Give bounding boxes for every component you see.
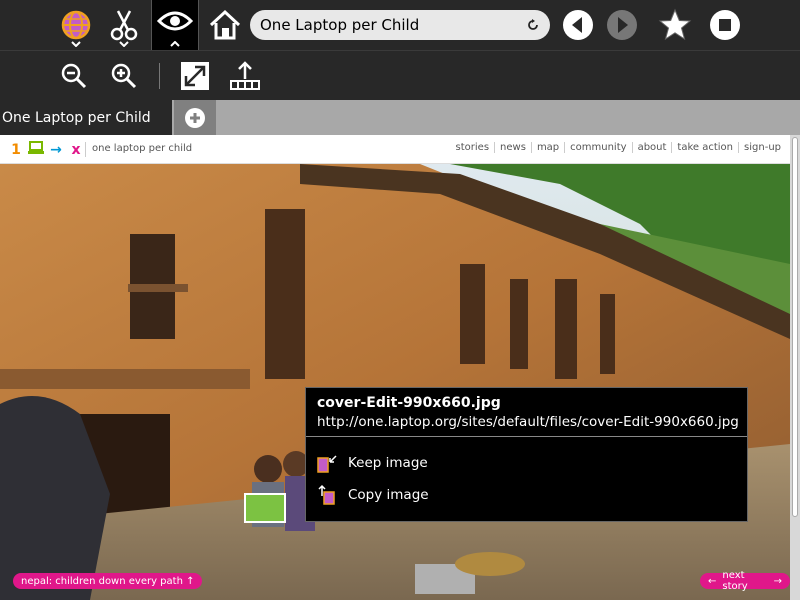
home-icon <box>209 9 241 40</box>
vertical-scrollbar[interactable] <box>790 135 800 600</box>
activity-button[interactable] <box>52 0 100 50</box>
nav-map[interactable]: map <box>530 142 564 153</box>
add-tab-button[interactable] <box>174 100 216 135</box>
keep-image-item[interactable]: Keep image <box>316 449 736 477</box>
copy-image-icon <box>318 484 335 505</box>
toolbar-separator <box>159 63 160 89</box>
zoom-out-button[interactable] <box>50 51 98 101</box>
logo-glyph-arrow: → <box>50 142 62 158</box>
nav-sign-up[interactable]: sign-up <box>738 142 786 153</box>
eye-icon <box>157 11 193 31</box>
story-caption[interactable]: nepal: children down every path ↑ <box>13 573 203 589</box>
view-toolbar <box>0 50 800 100</box>
globe-icon <box>61 10 91 40</box>
palette-title: cover-Edit-990x660.jpg <box>317 395 501 411</box>
forward-button[interactable] <box>598 0 646 50</box>
next-arrow-icon: → <box>773 575 782 587</box>
scrollbar-thumb[interactable] <box>792 137 798 517</box>
chevron-up-icon <box>170 41 180 47</box>
nav-news[interactable]: news <box>494 142 531 153</box>
scissors-icon <box>110 10 138 41</box>
back-arrow-icon <box>563 10 593 40</box>
next-story-button[interactable]: ← next story → <box>700 570 790 592</box>
prev-arrow-icon: ← <box>708 575 717 587</box>
tab-label: One Laptop per Child <box>2 109 151 126</box>
logo-glyph-x: x <box>71 142 81 158</box>
logo-glyph-1: 1 <box>11 142 21 158</box>
upload-icon <box>230 61 260 90</box>
keep-image-icon <box>317 455 337 473</box>
star-icon <box>658 8 692 41</box>
copy-image-label: Copy image <box>348 487 429 503</box>
edit-button[interactable] <box>100 0 148 50</box>
url-text: One Laptop per Child <box>260 16 420 34</box>
tab-olpc[interactable]: One Laptop per Child <box>0 100 172 135</box>
tab-bar: One Laptop per Child <box>0 100 800 135</box>
laptop-icon <box>28 141 44 159</box>
keep-image-label: Keep image <box>348 455 428 471</box>
bookmark-button[interactable] <box>651 0 699 50</box>
zoom-in-button[interactable] <box>100 51 148 101</box>
share-button[interactable] <box>221 51 269 101</box>
fullscreen-icon <box>181 62 209 90</box>
site-nav: stories news map community about take ac… <box>451 142 786 153</box>
home-button[interactable] <box>201 0 249 50</box>
reload-icon[interactable] <box>526 18 540 32</box>
zoom-in-icon <box>111 63 137 89</box>
forward-arrow-icon <box>607 10 637 40</box>
logo-divider <box>85 142 86 157</box>
nav-stories[interactable]: stories <box>451 142 495 153</box>
plus-icon <box>185 107 205 128</box>
chevron-down-icon <box>71 41 81 47</box>
fullscreen-button[interactable] <box>171 51 219 101</box>
chevron-down-icon <box>119 41 129 47</box>
copy-image-item[interactable]: Copy image <box>316 481 736 509</box>
nav-about[interactable]: about <box>631 142 672 153</box>
next-story-label: next story <box>722 570 748 592</box>
palette-url: http://one.laptop.org/sites/default/file… <box>317 414 739 430</box>
zoom-out-icon <box>61 63 87 89</box>
nav-take-action[interactable]: take action <box>671 142 738 153</box>
main-toolbar: One Laptop per Child <box>0 0 800 50</box>
web-page[interactable]: 1 → x one laptop per child stories news … <box>0 135 790 600</box>
back-button[interactable] <box>554 0 602 50</box>
image-context-palette: cover-Edit-990x660.jpg http://one.laptop… <box>305 387 748 522</box>
stop-icon <box>710 10 740 40</box>
site-name[interactable]: one laptop per child <box>92 143 192 154</box>
view-button[interactable] <box>151 0 199 50</box>
nav-community[interactable]: community <box>564 142 631 153</box>
olpc-logo[interactable]: 1 → x <box>8 141 84 159</box>
site-header: 1 → x one laptop per child stories news … <box>0 135 790 164</box>
url-input[interactable]: One Laptop per Child <box>250 10 550 40</box>
hero-photo[interactable] <box>0 164 790 600</box>
stop-button[interactable] <box>701 0 749 50</box>
palette-divider <box>306 436 747 437</box>
